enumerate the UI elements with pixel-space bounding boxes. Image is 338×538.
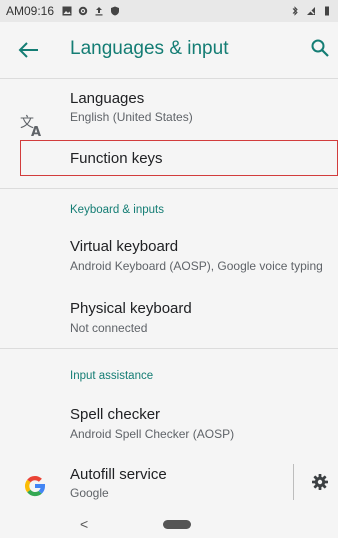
settings-icon (78, 6, 88, 16)
virtual-keyboard-item[interactable]: Virtual keyboard Android Keyboard (AOSP)… (0, 228, 338, 284)
languages-title: Languages (70, 90, 145, 107)
back-arrow-icon[interactable] (16, 40, 40, 60)
nav-back-button[interactable]: < (80, 516, 88, 532)
navigation-bar: < (0, 510, 338, 538)
no-signal-icon (307, 7, 315, 15)
physical-keyboard-subtitle: Not connected (70, 321, 148, 335)
search-icon[interactable] (310, 38, 330, 58)
spell-checker-subtitle: Android Spell Checker (AOSP) (70, 427, 235, 441)
spell-checker-title: Spell checker (70, 406, 161, 423)
keyboard-inputs-section-label: Keyboard & inputs (70, 204, 164, 216)
shield-icon (111, 6, 120, 16)
physical-keyboard-item[interactable]: Physical keyboard Not connected (0, 290, 338, 344)
status-bar: AM09:16 (0, 0, 338, 22)
nav-home-button[interactable] (163, 520, 191, 529)
battery-icon (325, 6, 329, 16)
languages-item[interactable]: 文 A Languages English (United States) (0, 80, 338, 138)
function-keys-title: Function keys (70, 150, 163, 167)
image-icon (62, 6, 72, 16)
bluetooth-icon (292, 6, 298, 16)
autofill-service-title: Autofill service (70, 466, 167, 483)
virtual-keyboard-title: Virtual keyboard (70, 238, 179, 255)
status-time: AM09:16 (6, 4, 55, 18)
toolbar: Languages & input (0, 22, 338, 78)
translate-icon: 文 A (20, 115, 41, 138)
status-icons-right (290, 0, 332, 22)
languages-subtitle: English (United States) (70, 110, 193, 124)
toolbar-divider (0, 78, 338, 79)
spell-checker-item[interactable]: Spell checker Android Spell Checker (AOS… (0, 396, 338, 450)
input-assistance-section-label: Input assistance (70, 370, 154, 382)
section-divider-2 (0, 348, 338, 349)
status-icons-left (62, 6, 120, 16)
function-keys-item[interactable]: Function keys (0, 140, 338, 176)
svg-text:A: A (31, 125, 41, 138)
virtual-keyboard-subtitle: Android Keyboard (AOSP), Google voice ty… (70, 259, 323, 273)
physical-keyboard-title: Physical keyboard (70, 300, 192, 317)
section-divider-1 (0, 188, 338, 189)
autofill-service-subtitle: Google (70, 486, 109, 500)
autofill-service-item[interactable]: Autofill service Google (0, 458, 338, 508)
upload-icon (95, 7, 103, 16)
autofill-separator (293, 464, 294, 500)
google-g-icon (24, 475, 46, 497)
gear-icon[interactable] (311, 473, 329, 491)
page-title: Languages & input (70, 38, 229, 59)
